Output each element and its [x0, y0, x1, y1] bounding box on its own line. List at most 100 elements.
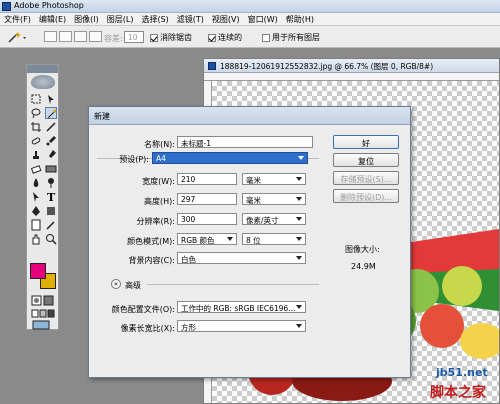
width-unit-value: 毫米 [246, 176, 261, 185]
document-ps-icon [208, 62, 216, 70]
screen-mode-icons[interactable] [31, 309, 55, 319]
chevron-down-icon [296, 305, 302, 309]
save-preset-button[interactable]: 存储预设(S)... [333, 171, 399, 185]
colormode-select[interactable]: RGB 颜色 [177, 233, 237, 245]
watermark-brand: 脚本之家 [430, 385, 486, 401]
menu-select[interactable]: 选择(S) [137, 13, 172, 25]
chevron-down-icon [296, 256, 302, 260]
colormode-value: RGB 颜色 [181, 236, 215, 245]
dialog-title[interactable]: 新建 [89, 107, 410, 125]
preset-value: A4 [156, 154, 166, 163]
selection-mode-group [44, 31, 102, 42]
menu-view[interactable]: 视图(V) [208, 13, 244, 25]
height-input[interactable]: 297 [177, 193, 237, 205]
intersect-selection-button[interactable] [89, 31, 102, 42]
width-input[interactable]: 210 [177, 173, 237, 185]
pen-tool-icon[interactable] [30, 205, 42, 217]
preset-select[interactable]: A4 [152, 152, 308, 164]
all-layers-checkbox[interactable]: 用于所有图层 [262, 32, 320, 43]
delete-preset-button[interactable]: 删除预设(D)... [333, 189, 399, 203]
brush-tool-icon[interactable] [45, 135, 57, 147]
jump-to-imageready-icon[interactable] [31, 320, 55, 330]
contiguous-label: 连续的 [218, 33, 242, 42]
subtract-selection-button[interactable] [74, 31, 87, 42]
profile-select[interactable]: 工作中的 RGB: sRGB IEC6196... [177, 301, 306, 313]
resolution-input[interactable]: 300 [177, 213, 237, 225]
reset-button[interactable]: 复位 [333, 153, 399, 167]
options-bar: 容差: 10 消除锯齿 连续的 用于所有图层 [0, 26, 500, 48]
pixel-aspect-label: 像素长宽比(X): [120, 324, 175, 333]
watermark-site: jb51.net [436, 366, 488, 379]
quick-mask-icons[interactable] [31, 295, 55, 307]
magic-wand-icon [8, 32, 26, 43]
menu-layer[interactable]: 图层(L) [103, 13, 138, 25]
height-label: 高度(H): [144, 197, 175, 206]
bitdepth-value: 8 位 [246, 236, 261, 245]
contiguous-checkbox[interactable]: 连续的 [208, 32, 242, 43]
chevron-down-icon [296, 237, 302, 241]
lasso-tool-icon[interactable] [30, 107, 42, 119]
svg-text:T: T [47, 191, 56, 203]
ok-button[interactable]: 好 [333, 135, 399, 149]
tolerance-input[interactable]: 10 [124, 31, 144, 43]
name-input[interactable]: 未标题-1 [177, 136, 313, 148]
document-title: 188819-12061912552832.jpg @ 66.7% (图层 0,… [220, 62, 434, 71]
type-tool-icon[interactable]: T [45, 191, 57, 203]
document-title-bar[interactable]: 188819-12061912552832.jpg @ 66.7% (图层 0,… [204, 59, 499, 73]
advanced-group-border [147, 284, 319, 285]
clone-stamp-icon[interactable] [30, 149, 42, 161]
width-unit-select[interactable]: 毫米 [242, 173, 306, 185]
background-select[interactable]: 白色 [177, 252, 306, 264]
image-size-value: 24.9M [351, 262, 376, 271]
eraser-tool-icon[interactable] [30, 163, 42, 175]
crop-tool-icon[interactable] [30, 121, 42, 133]
move-tool-icon[interactable] [45, 93, 57, 105]
magic-wand-tool-preset[interactable] [6, 30, 28, 44]
blur-tool-icon[interactable] [30, 177, 42, 189]
slice-tool-icon[interactable] [45, 121, 57, 133]
add-selection-button[interactable] [59, 31, 72, 42]
width-label: 宽度(W): [142, 177, 175, 186]
zoom-tool-icon[interactable] [45, 233, 57, 245]
new-selection-button[interactable] [44, 31, 57, 42]
path-selection-icon[interactable] [30, 191, 42, 203]
pixel-aspect-select[interactable]: 方形 [177, 320, 306, 332]
hand-tool-icon[interactable] [30, 233, 42, 245]
toolbox-grip[interactable] [27, 65, 58, 73]
preset-label: 预设(P): [119, 155, 149, 164]
menu-window[interactable]: 窗口(W) [244, 13, 282, 25]
history-brush-icon[interactable] [45, 149, 57, 161]
shape-tool-icon[interactable] [45, 205, 57, 217]
name-label: 名称(N): [144, 140, 175, 149]
chevron-down-icon [227, 237, 233, 241]
menu-file[interactable]: 文件(F) [0, 13, 35, 25]
eyedropper-icon[interactable] [45, 219, 57, 231]
height-unit-value: 毫米 [246, 196, 261, 205]
notes-tool-icon[interactable] [30, 219, 42, 231]
menu-bar: 文件(F) 编辑(E) 图像(I) 图层(L) 选择(S) 滤镜(T) 视图(V… [0, 13, 500, 26]
menu-filter[interactable]: 滤镜(T) [173, 13, 208, 25]
tolerance-label: 容差: [104, 34, 123, 43]
foreground-color-swatch[interactable] [30, 263, 46, 279]
dodge-tool-icon[interactable] [45, 177, 57, 189]
advanced-toggle-icon[interactable]: « [111, 279, 121, 289]
checkbox-checked-icon [150, 33, 158, 42]
menu-image[interactable]: 图像(I) [70, 13, 103, 25]
menu-help[interactable]: 帮助(H) [282, 13, 318, 25]
chevron-down-icon [296, 177, 302, 181]
menu-edit[interactable]: 编辑(E) [35, 13, 70, 25]
antialias-checkbox[interactable]: 消除锯齿 [150, 32, 192, 43]
photoshop-logo-icon [2, 2, 11, 11]
healing-brush-icon[interactable] [30, 135, 42, 147]
resolution-unit-select[interactable]: 像素/英寸 [242, 213, 306, 225]
toolbox: T [26, 64, 59, 330]
resolution-label: 分辨率(R): [136, 217, 176, 226]
background-label: 背景内容(C): [128, 256, 175, 265]
bitdepth-select[interactable]: 8 位 [242, 233, 306, 245]
chevron-down-icon [298, 156, 304, 160]
marquee-tool-icon[interactable] [30, 93, 42, 105]
magic-wand-tool-icon[interactable] [45, 107, 57, 119]
gradient-tool-icon[interactable] [45, 163, 57, 175]
height-unit-select[interactable]: 毫米 [242, 193, 306, 205]
app-title: Adobe Photoshop [14, 1, 84, 10]
